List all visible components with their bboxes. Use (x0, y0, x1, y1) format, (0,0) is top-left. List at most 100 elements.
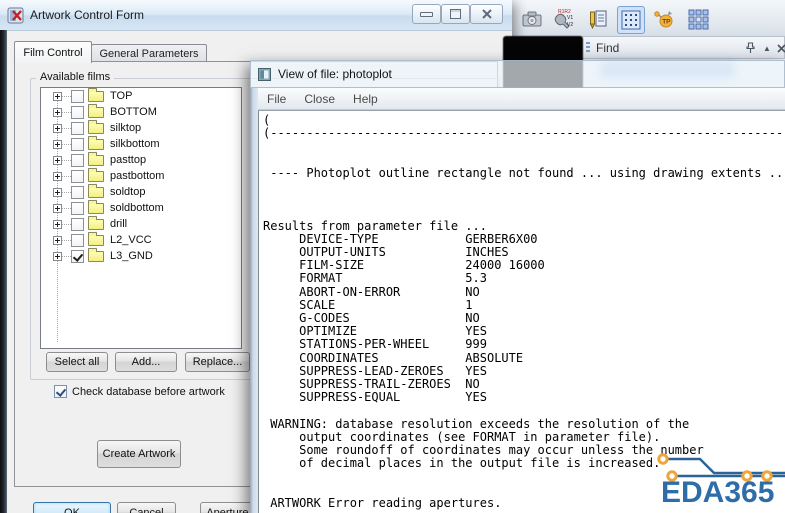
check-database-label: Check database before artwork (72, 385, 225, 398)
film-checkbox[interactable] (71, 153, 84, 167)
available-films-label: Available films (36, 71, 115, 83)
testpoint-icon[interactable]: TP (651, 6, 677, 32)
window-title: View of file: photoplot (278, 67, 392, 81)
tree-connector (62, 223, 71, 225)
pad-icon (657, 453, 669, 465)
svg-text:V2: V2 (567, 22, 573, 28)
film-label: soldtop (110, 186, 146, 198)
camera-icon[interactable] (519, 6, 545, 32)
film-label: silktop (110, 122, 142, 134)
film-checkbox[interactable] (71, 169, 84, 183)
tree-item-TOP[interactable]: TOP (41, 88, 241, 104)
create-artwork-button[interactable]: Create Artwork (97, 440, 181, 468)
tree-item-L2_VCC[interactable]: L2_VCC (41, 231, 241, 248)
panel-grip[interactable] (586, 41, 590, 54)
expand-icon[interactable] (53, 251, 62, 261)
minimize-icon (420, 11, 433, 17)
film-checkbox[interactable] (71, 185, 84, 199)
film-label: pasttop (110, 154, 147, 166)
tree-item-pasttop[interactable]: pasttop (41, 151, 241, 168)
film-checkbox[interactable] (71, 201, 84, 215)
maximize-icon (450, 9, 461, 19)
ok-button[interactable]: OK (33, 502, 111, 513)
close-panel-icon[interactable] (774, 41, 785, 55)
folder-icon (88, 88, 104, 102)
film-checkbox[interactable] (71, 89, 84, 103)
maximize-button[interactable] (441, 4, 470, 24)
folder-icon (88, 103, 104, 118)
expand-icon[interactable] (53, 187, 62, 197)
cancel-button[interactable]: Cancel (117, 502, 176, 513)
window-title: Artwork Control Form (30, 8, 145, 22)
tree-connector (62, 239, 71, 241)
menu-file[interactable]: File (258, 92, 295, 106)
expand-icon[interactable] (53, 91, 62, 101)
folder-icon (88, 167, 104, 182)
menu-close[interactable]: Close (295, 92, 344, 106)
tree-connector (62, 159, 71, 161)
expand-icon[interactable] (53, 155, 62, 165)
folder-icon (88, 119, 104, 134)
pin-icon[interactable] (743, 41, 757, 55)
minimize-button[interactable] (412, 4, 441, 24)
tab-film-control[interactable]: Film Control (14, 41, 92, 63)
tree-item-pastbottom[interactable]: pastbottom (41, 167, 241, 184)
tree-item-silkbottom[interactable]: silkbottom (41, 135, 241, 152)
edit-notes-icon[interactable] (585, 6, 611, 32)
tree-connector (62, 255, 71, 257)
tree-item-BOTTOM[interactable]: BOTTOM (41, 103, 241, 120)
tree-item-soldbottom[interactable]: soldbottom (41, 199, 241, 216)
artwork-window-titlebar[interactable]: Artwork Control Form (0, 0, 512, 31)
window-edge (250, 88, 258, 513)
films-tree[interactable]: TOP BOTTOM silktop silkbottom pasttop pastbot… (40, 87, 242, 349)
select-all-button[interactable]: Select all (46, 352, 108, 372)
film-label: soldbottom (110, 202, 164, 214)
photoplot-window-icon (258, 67, 271, 81)
find-panel-title: Find (596, 40, 620, 55)
expand-icon[interactable] (53, 123, 62, 133)
expand-icon[interactable] (53, 139, 62, 149)
svg-text:TP: TP (662, 19, 671, 26)
check-database-row[interactable]: Check database before artwork (54, 385, 225, 398)
tree-connector (62, 143, 71, 145)
grid-icon[interactable] (617, 6, 645, 34)
film-checkbox[interactable] (71, 233, 84, 247)
pad-array-icon[interactable] (685, 6, 711, 32)
film-checkbox[interactable] (71, 249, 84, 263)
svg-text:V1: V1 (567, 15, 573, 21)
expand-icon[interactable] (53, 235, 62, 245)
add-button[interactable]: Add... (115, 352, 177, 372)
component-values-icon[interactable]: R1R2 V1 V2 (551, 6, 577, 32)
tree-item-soldtop[interactable]: soldtop (41, 183, 241, 200)
find-panel-header[interactable]: Find ▲ (580, 36, 785, 59)
film-checkbox[interactable] (71, 217, 84, 231)
expand-icon[interactable] (53, 171, 62, 181)
tree-item-silktop[interactable]: silktop (41, 119, 241, 136)
film-checkbox[interactable] (71, 105, 84, 119)
tree-connector (62, 111, 71, 113)
film-label: BOTTOM (110, 106, 157, 118)
close-button[interactable] (470, 4, 503, 24)
tree-item-L3_GND[interactable]: L3_GND (41, 247, 241, 264)
folder-icon (88, 215, 104, 230)
expand-icon[interactable] (53, 107, 62, 117)
film-label: L2_VCC (110, 234, 152, 246)
film-label: drill (110, 218, 128, 230)
film-checkbox[interactable] (71, 121, 84, 135)
window-edge (0, 30, 7, 513)
collapse-icon[interactable]: ▲ (760, 41, 774, 55)
folder-icon (88, 247, 104, 262)
tree-connector (62, 191, 71, 193)
check-database-checkbox[interactable] (54, 385, 67, 398)
photoplot-menubar: File Close Help (258, 88, 785, 110)
expand-icon[interactable] (53, 203, 62, 213)
menu-help[interactable]: Help (344, 92, 387, 106)
film-label: L3_GND (110, 250, 153, 262)
replace-button[interactable]: Replace... (185, 352, 250, 372)
photoplot-window-titlebar[interactable]: View of file: photoplot (250, 60, 785, 88)
film-checkbox[interactable] (71, 137, 84, 151)
tree-item-drill[interactable]: drill (41, 215, 241, 232)
folder-icon (88, 183, 104, 198)
expand-icon[interactable] (53, 219, 62, 229)
tree-connector (62, 127, 71, 129)
